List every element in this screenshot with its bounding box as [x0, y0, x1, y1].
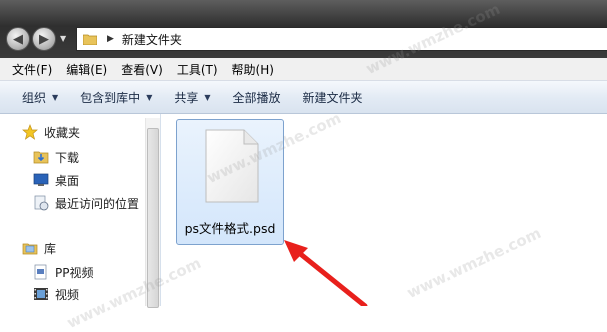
nav-video-label: 视频 — [55, 287, 80, 302]
menu-view[interactable]: 查看(V) — [114, 61, 170, 78]
breadcrumb-current[interactable]: 新建文件夹 — [122, 31, 182, 48]
new-folder-label: 新建文件夹 — [302, 90, 363, 105]
nav-desktop-label: 桌面 — [55, 173, 80, 188]
nav-favorites[interactable]: 收藏夹 — [22, 122, 80, 142]
nav-favorites-label: 收藏夹 — [44, 125, 81, 140]
file-list-pane: ps文件格式.psd www.wmzhe.com www.wmzhe.com w… — [64, 109, 607, 332]
nav-recent-places[interactable]: 最近访问的位置 — [33, 193, 139, 213]
chevron-down-icon: ▼ — [52, 92, 59, 102]
organize-button[interactable]: 组织 ▼ — [22, 89, 58, 106]
document-icon — [34, 264, 47, 280]
recent-pages-dropdown[interactable]: ▼ — [60, 34, 70, 44]
include-in-library-label: 包含到库中 — [80, 90, 141, 105]
share-button[interactable]: 共享 ▼ — [174, 89, 210, 106]
menu-bar: 文件(F) 编辑(E) 查看(V) 工具(T) 帮助(H) — [0, 58, 607, 81]
menu-help[interactable]: 帮助(H) — [225, 61, 281, 78]
nav-video[interactable]: 视频 — [33, 284, 79, 304]
nav-libraries-label: 库 — [44, 241, 57, 256]
nav-pp-video-label: PP视频 — [55, 265, 94, 280]
arrow-right-icon: ▶ — [39, 31, 49, 47]
arrow-left-icon: ◀ — [13, 31, 23, 47]
nav-desktop[interactable]: 桌面 — [33, 170, 79, 190]
command-bar: 组织 ▼ 包含到库中 ▼ 共享 ▼ 全部播放 新建文件夹 — [0, 81, 607, 114]
nav-downloads[interactable]: 下载 — [33, 147, 79, 167]
menu-tools[interactable]: 工具(T) — [170, 61, 225, 78]
film-icon — [34, 288, 48, 300]
chevron-down-icon: ▼ — [204, 92, 211, 102]
organize-label: 组织 — [22, 90, 47, 105]
include-in-library-button[interactable]: 包含到库中 ▼ — [80, 89, 152, 106]
chevron-down-icon: ▼ — [146, 92, 153, 102]
file-item[interactable]: ps文件格式.psd — [176, 119, 284, 245]
download-folder-icon — [33, 151, 49, 164]
back-button[interactable]: ◀ — [6, 27, 30, 51]
breadcrumb-arrow-icon[interactable]: ▶ — [107, 34, 114, 44]
recent-places-icon — [34, 195, 49, 211]
address-bar[interactable]: ▶ 新建文件夹 — [76, 27, 607, 51]
play-all-label: 全部播放 — [232, 90, 281, 105]
desktop-icon — [33, 173, 49, 186]
share-label: 共享 — [174, 90, 199, 105]
forward-button[interactable]: ▶ — [32, 27, 56, 51]
nav-libraries[interactable]: 库 — [22, 238, 56, 258]
watermark: www.wmzhe.com — [404, 224, 544, 302]
menu-file[interactable]: 文件(F) — [0, 61, 59, 78]
play-all-button[interactable]: 全部播放 — [233, 89, 281, 106]
window-titlebar: ◀ ▶ ▼ ▶ 新建文件夹 — [0, 0, 607, 58]
navigation-pane: 收藏夹 下载 桌面 最近访问的位置 库 PP视频 视频 — [0, 114, 161, 308]
menu-edit[interactable]: 编辑(E) — [59, 61, 114, 78]
library-icon — [22, 243, 38, 255]
new-folder-button[interactable]: 新建文件夹 — [303, 89, 363, 106]
file-name[interactable]: ps文件格式.psd — [181, 218, 279, 237]
star-icon — [22, 124, 38, 140]
folder-icon — [83, 34, 97, 45]
nav-pp-video[interactable]: PP视频 — [33, 262, 93, 282]
nav-recent-places-label: 最近访问的位置 — [55, 196, 140, 211]
nav-downloads-label: 下载 — [55, 150, 80, 165]
